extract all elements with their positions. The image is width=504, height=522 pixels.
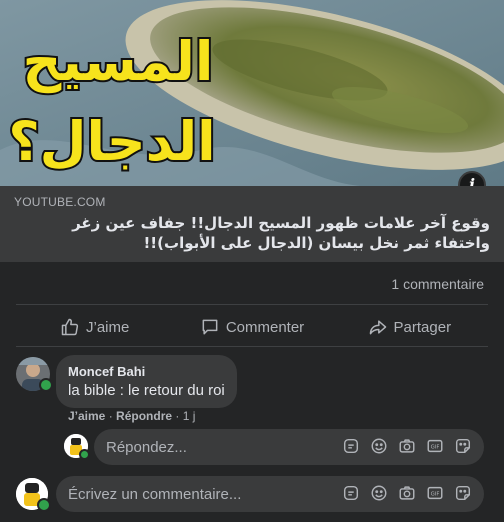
svg-text:GIF: GIF [431, 445, 440, 451]
link-preview[interactable]: YOUTUBE.COM وقوع آخر علامات ظهور المسيح … [0, 186, 504, 262]
svg-text:GIF: GIF [431, 492, 440, 498]
like-label: J’aime [85, 318, 130, 336]
reply-input[interactable]: Répondez... GIF [94, 429, 484, 465]
comment-input[interactable]: Écrivez un commentaire... GIF [56, 476, 484, 512]
sticker-icon[interactable] [342, 437, 360, 455]
comment-count[interactable]: 1 commentaire [391, 276, 484, 292]
link-title[interactable]: وقوع آخر علامات ظهور المسيح الدجال!! جفا… [14, 213, 490, 253]
comment-text: la bible : le retour du roi [68, 382, 225, 399]
post-card: المسيح الدجال؟ i YOUTUBE.COM وقوع آخر عل… [0, 0, 504, 522]
share-button[interactable]: Partager [331, 310, 488, 344]
gif-icon[interactable]: GIF [426, 484, 444, 502]
camera-icon[interactable] [398, 484, 416, 502]
comment-author[interactable]: Moncef Bahi [68, 364, 225, 379]
sticker-icon[interactable] [342, 484, 360, 502]
comment-like-link[interactable]: J’aime [68, 409, 105, 423]
reply-placeholder: Répondez... [106, 439, 187, 456]
speech-bubble-icon [202, 319, 218, 335]
divider [16, 346, 488, 347]
input-tools: GIF [342, 437, 472, 455]
comment-meta: J’aime · Répondre · 1 j [68, 409, 196, 423]
camera-icon[interactable] [398, 437, 416, 455]
comment-placeholder: Écrivez un commentaire... [68, 486, 242, 503]
action-bar: J’aime Commenter Partager [16, 310, 488, 344]
link-domain: YOUTUBE.COM [14, 195, 106, 209]
share-label: Partager [393, 318, 452, 336]
online-indicator [79, 449, 90, 460]
sticker-face-icon[interactable] [454, 437, 472, 455]
comment-label: Commenter [225, 318, 305, 336]
online-indicator [37, 498, 51, 512]
input-tools: GIF [342, 484, 472, 502]
divider [16, 304, 488, 305]
comment-button[interactable]: Commenter [173, 310, 330, 344]
thumbnail-text-line1: المسيح [23, 30, 214, 93]
gif-icon[interactable]: GIF [426, 437, 444, 455]
comment-bubble: Moncef Bahi la bible : le retour du roi [56, 355, 237, 408]
thumbnail-text-line2: الدجال؟ [8, 110, 215, 173]
link-thumbnail[interactable]: المسيح الدجال؟ [0, 0, 504, 186]
sticker-face-icon[interactable] [454, 484, 472, 502]
like-button[interactable]: J’aime [16, 310, 173, 344]
emoji-icon[interactable] [370, 484, 388, 502]
online-indicator [39, 378, 53, 392]
comment-time[interactable]: 1 j [183, 409, 196, 423]
emoji-icon[interactable] [370, 437, 388, 455]
share-arrow-icon [369, 320, 386, 335]
thumbs-up-icon [61, 318, 79, 336]
comment-reply-link[interactable]: Répondre [116, 409, 172, 423]
